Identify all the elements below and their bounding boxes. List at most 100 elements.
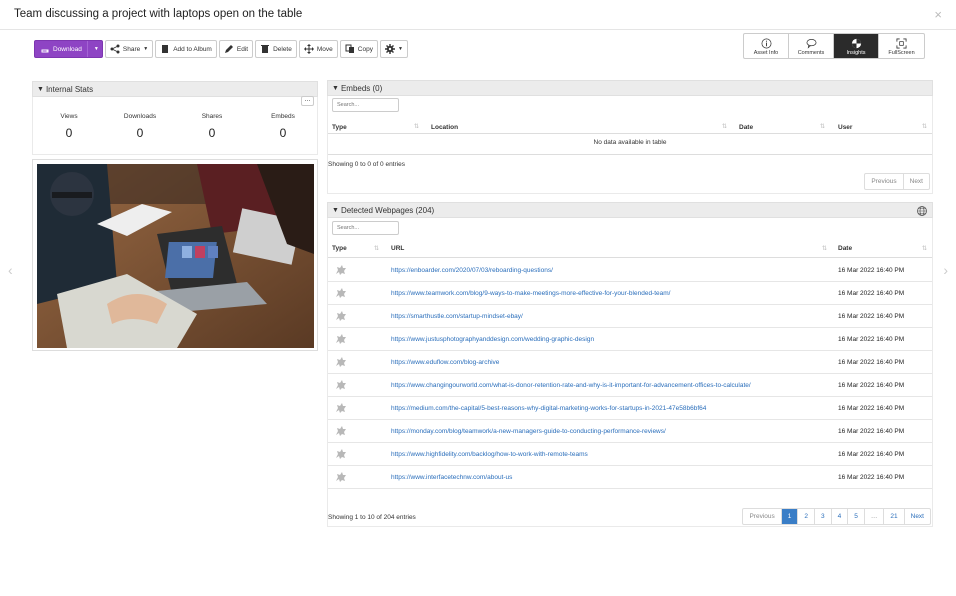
- tab-asset-info[interactable]: Asset Info: [744, 34, 789, 58]
- asset-image[interactable]: [37, 164, 314, 348]
- internal-stats-body: ... Views 0 Downloads 0 Shares 0 Embeds …: [32, 96, 318, 155]
- tab-comments[interactable]: Comments: [789, 34, 834, 58]
- stat-label: Views: [60, 113, 78, 120]
- chevron-down-icon[interactable]: ▼: [91, 46, 102, 52]
- share-icon: [110, 44, 120, 54]
- share-button[interactable]: Share ▼: [104, 40, 154, 58]
- webpage-url-link[interactable]: https://monday.com/blog/teamwork/a-new-m…: [391, 428, 666, 435]
- page-2-button[interactable]: 2: [798, 509, 816, 524]
- webpages-title: Detected Webpages (204): [340, 205, 435, 215]
- page-21-button[interactable]: 21: [884, 509, 905, 524]
- asset-preview: [32, 159, 318, 351]
- embeds-info: Showing 0 to 0 of 0 entries: [328, 161, 405, 168]
- webpage-date: 16 Mar 2022 16:40 PM: [838, 313, 905, 320]
- webpage-url-link[interactable]: https://www.changingourworld.com/what-is…: [391, 382, 751, 389]
- move-icon: [303, 44, 314, 54]
- col-url[interactable]: URL: [391, 245, 404, 252]
- stat-label: Shares: [201, 113, 223, 120]
- tab-asset-info-label: Asset Info: [753, 50, 779, 56]
- page-5-button[interactable]: 5: [848, 509, 865, 524]
- stat-embeds: Embeds 0: [253, 113, 313, 140]
- webpages-search-input[interactable]: [332, 221, 399, 235]
- webpage-date: 16 Mar 2022 16:40 PM: [838, 405, 905, 412]
- tab-insights[interactable]: Insights: [834, 34, 879, 58]
- tab-fullscreen-label: FullScreen: [888, 50, 915, 56]
- trash-icon: [261, 45, 270, 53]
- move-button[interactable]: Move: [298, 40, 338, 58]
- empty-table-message: No data available in table: [593, 139, 667, 146]
- webpage-url-link[interactable]: https://enboarder.com/2020/07/03/reboard…: [391, 267, 553, 274]
- sort-icon[interactable]: ⇅: [722, 123, 727, 130]
- pencil-icon: [224, 45, 233, 53]
- webpages-header[interactable]: ▼ Detected Webpages (204): [327, 202, 933, 218]
- stat-value: 0: [279, 126, 287, 140]
- col-date[interactable]: Date: [739, 124, 753, 131]
- col-location[interactable]: Location: [431, 124, 458, 131]
- add-to-album-button[interactable]: Add to Album: [155, 40, 217, 58]
- stat-views: Views 0: [39, 113, 99, 140]
- edit-button[interactable]: Edit: [218, 40, 254, 58]
- col-type[interactable]: Type: [332, 124, 347, 131]
- embeds-table-header: Type ⇅ Location ⇅ Date ⇅ User ⇅: [328, 120, 932, 134]
- info-icon: [761, 38, 771, 49]
- webpage-url-link[interactable]: https://smarthustle.com/startup-mindset-…: [391, 313, 523, 320]
- sort-icon[interactable]: ⇅: [922, 123, 927, 130]
- next-page-button[interactable]: Next: [905, 509, 930, 524]
- page-title: Team discussing a project with laptops o…: [14, 8, 303, 20]
- webpage-type-icon: [336, 334, 346, 344]
- close-icon[interactable]: ×: [934, 7, 942, 22]
- prev-page-button[interactable]: Previous: [865, 174, 904, 189]
- webpage-url-link[interactable]: https://www.eduflow.com/blog-archive: [391, 359, 499, 366]
- prev-page-button[interactable]: Previous: [743, 509, 782, 524]
- webpage-type-icon: [336, 472, 346, 482]
- table-row: https://www.highfidelity.com/backlog/how…: [328, 443, 932, 466]
- tab-fullscreen[interactable]: FullScreen: [879, 34, 924, 58]
- webpage-url-link[interactable]: https://www.justusphotographyanddesign.c…: [391, 336, 594, 343]
- table-row: https://monday.com/blog/teamwork/a-new-m…: [328, 420, 932, 443]
- prev-asset-arrow[interactable]: ‹: [8, 262, 13, 278]
- webpage-url-link[interactable]: https://www.teamwork.com/blog/9-ways-to-…: [391, 290, 670, 297]
- webpage-type-icon: [336, 403, 346, 413]
- more-options-button[interactable]: ...: [301, 96, 314, 106]
- page-3-button[interactable]: 3: [815, 509, 832, 524]
- sort-icon[interactable]: ⇅: [414, 123, 419, 130]
- download-icon: [41, 49, 49, 53]
- webpage-type-icon: [336, 288, 346, 298]
- globe-icon[interactable]: [917, 206, 927, 216]
- move-label: Move: [316, 45, 333, 53]
- next-page-button[interactable]: Next: [904, 174, 929, 189]
- webpage-date: 16 Mar 2022 16:40 PM: [838, 428, 905, 435]
- delete-button[interactable]: Delete: [255, 40, 297, 58]
- chevron-down-icon: ▼: [143, 46, 149, 52]
- webpage-url-link[interactable]: https://medium.com/the-capital/5-best-re…: [391, 405, 706, 412]
- webpage-url-link[interactable]: https://www.interfacetechnw.com/about-us: [391, 474, 512, 481]
- col-type[interactable]: Type: [332, 245, 347, 252]
- stat-value: 0: [65, 126, 73, 140]
- sort-icon[interactable]: ⇅: [374, 245, 379, 252]
- webpage-type-icon: [336, 357, 346, 367]
- gear-icon: [384, 44, 395, 54]
- download-button[interactable]: Download ▼: [34, 40, 103, 58]
- embeds-title: Embeds (0): [340, 83, 383, 93]
- embeds-header[interactable]: ▼ Embeds (0): [327, 80, 933, 96]
- sort-icon[interactable]: ⇅: [922, 245, 927, 252]
- col-user[interactable]: User: [838, 124, 852, 131]
- page-1-button[interactable]: 1: [781, 509, 799, 524]
- download-label: Download: [53, 45, 82, 53]
- stat-label: Embeds: [271, 113, 295, 120]
- page-4-button[interactable]: 4: [832, 509, 849, 524]
- share-label: Share: [122, 45, 141, 53]
- collapse-triangle-icon: ▼: [37, 85, 44, 93]
- sort-icon[interactable]: ⇅: [820, 123, 825, 130]
- next-asset-arrow[interactable]: ›: [943, 262, 948, 278]
- col-date[interactable]: Date: [838, 245, 852, 252]
- sort-icon[interactable]: ⇅: [822, 245, 827, 252]
- copy-label: Copy: [357, 45, 373, 53]
- webpage-url-link[interactable]: https://www.highfidelity.com/backlog/how…: [391, 451, 588, 458]
- embeds-search-input[interactable]: [332, 98, 399, 112]
- webpage-type-icon: [336, 449, 346, 459]
- webpage-date: 16 Mar 2022 16:40 PM: [838, 359, 905, 366]
- copy-button[interactable]: Copy: [339, 40, 378, 58]
- internal-stats-header[interactable]: ▼ Internal Stats: [32, 81, 318, 97]
- settings-button[interactable]: ▼: [379, 40, 408, 58]
